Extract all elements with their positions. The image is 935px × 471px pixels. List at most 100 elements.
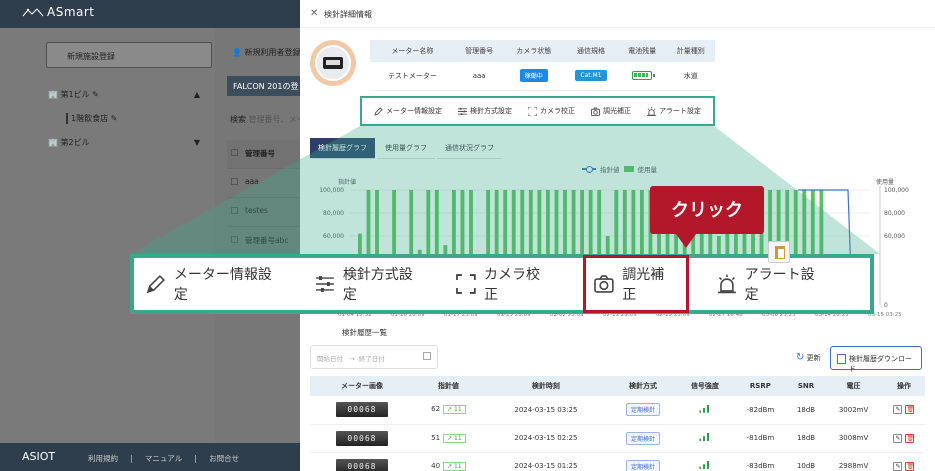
crop-corners-icon xyxy=(528,106,537,116)
camera-calibration-button[interactable]: カメラ校正 xyxy=(528,106,575,116)
reading-time: 2024-03-15 03:25 xyxy=(482,396,609,425)
reading-method-button-zoomed[interactable]: 検針方式設定 xyxy=(315,264,426,304)
tree-item-restaurant[interactable]: 1階飲食店 ✎ xyxy=(48,106,210,130)
logo-icon xyxy=(22,7,44,16)
app-logo[interactable]: ASmart xyxy=(22,5,95,19)
tab-active-device[interactable]: FALCON 201の登 xyxy=(227,76,307,96)
info-header-camera: カメラ状態 xyxy=(503,40,565,62)
alert-settings-button-zoomed[interactable]: アラート設定 xyxy=(717,264,828,304)
arrow-right-icon: → xyxy=(349,355,355,363)
light-correction-button-zoomed[interactable]: 調光補正 xyxy=(583,255,689,313)
chevron-up-icon[interactable]: ▲ xyxy=(194,90,200,99)
column-header: 管理番号 xyxy=(245,149,275,158)
delete-icon[interactable]: 🗑 xyxy=(905,433,915,443)
checkbox[interactable] xyxy=(231,236,238,243)
filter-placeholder: 管理番号、メー xyxy=(248,115,305,124)
new-user-button[interactable]: 👤 新規利用者登録 xyxy=(232,47,301,58)
rsrp: -83dBm xyxy=(732,452,788,471)
camera-status-cell: 稼働中 xyxy=(503,62,565,91)
tree-item-label: 第1ビル xyxy=(60,89,90,99)
table-row: 00068 51 ↗ 11 2024-03-15 02:25 定期検針 -81dB… xyxy=(310,424,925,453)
trend-value: 11 xyxy=(454,406,462,414)
delete-icon[interactable]: 🗑 xyxy=(905,405,915,415)
date-to-placeholder: 終了日付 xyxy=(358,355,385,363)
footer-link-manual[interactable]: マニュアル xyxy=(145,454,182,463)
tree-item-label: 1階飲食店 xyxy=(66,112,108,124)
column-header: 検針時刻 xyxy=(482,376,609,396)
checkbox[interactable] xyxy=(231,149,238,156)
clipboard-icon xyxy=(768,241,790,263)
meter-image-cell: 00068 xyxy=(310,396,414,425)
meter-image xyxy=(315,45,351,81)
meter-name: テストメーター xyxy=(370,62,455,91)
ops-cell: ✎ 🗑 xyxy=(882,396,925,425)
snr: 18dB xyxy=(787,424,825,453)
table-row: 00068 62 ↗ 11 2024-03-15 03:25 定期検針 -82dB… xyxy=(310,396,925,425)
light-correction-button[interactable]: 調光補正 xyxy=(591,106,631,116)
checkbox[interactable] xyxy=(231,178,238,185)
checkbox[interactable] xyxy=(231,207,238,214)
table-row[interactable]: 管理番号abc xyxy=(227,227,307,256)
date-range-picker[interactable]: 開始日付 → 終了日付 xyxy=(310,345,438,369)
date-from-placeholder: 開始日付 xyxy=(317,355,343,363)
table-row[interactable]: aaa xyxy=(227,169,307,198)
action-label: カメラ校正 xyxy=(540,107,575,115)
edit-icon[interactable]: ✎ xyxy=(893,405,903,415)
camera-calibration-button-zoomed[interactable]: カメラ校正 xyxy=(456,264,553,304)
reading-method-button[interactable]: 検針方式設定 xyxy=(458,106,512,116)
download-history-button[interactable]: 検針履歴ダウンロード xyxy=(830,346,922,373)
right-tick-label: 100,000 xyxy=(884,187,909,194)
trend-value: 11 xyxy=(454,462,462,470)
legend-line-swatch xyxy=(582,166,596,173)
refresh-icon: ↻ xyxy=(796,352,805,363)
drawer-header: ✕ 検針詳細情報 xyxy=(300,0,935,28)
new-facility-button[interactable]: 新規施設登録 xyxy=(46,42,212,68)
meter-detail-drawer: ✕ 検針詳細情報 メーター名称 管理番号 カメラ状態 通信規格 電池残量 計量種… xyxy=(300,0,935,471)
column-header: 操作 xyxy=(882,376,925,396)
search-filter[interactable]: 検索 管理番号、メー xyxy=(230,114,305,125)
meter-id: aaa xyxy=(454,62,504,91)
tab-usage-graph[interactable]: 使用量グラフ xyxy=(377,138,435,159)
meter-settings-button[interactable]: メーター情報設定 xyxy=(374,106,442,116)
history-list-title: 検針履歴一覧 xyxy=(342,328,387,337)
edit-icon[interactable]: ✎ xyxy=(893,433,903,443)
refresh-button[interactable]: ↻ 更新 xyxy=(796,352,821,363)
edit-icon[interactable]: ✎ xyxy=(893,461,903,471)
meter-image[interactable]: 00068 xyxy=(335,458,388,471)
refresh-label: 更新 xyxy=(806,354,821,362)
chevron-down-icon[interactable]: ▼ xyxy=(194,138,200,147)
footer-link-contact[interactable]: お問合せ xyxy=(209,454,239,463)
tab-comm-status-graph[interactable]: 通信状況グラフ xyxy=(437,138,502,159)
legend-label-reading: 指針値 xyxy=(600,166,620,174)
tab-reading-history-graph[interactable]: 検針履歴グラフ xyxy=(310,138,375,159)
tree-item-building-2[interactable]: 🏢 第2ビル ▼ xyxy=(48,130,210,154)
ops-cell: ✎ 🗑 xyxy=(882,424,925,453)
method-badge: 定期検針 xyxy=(625,431,660,445)
reading-value: 40 xyxy=(431,461,441,470)
method-cell: 定期検針 xyxy=(608,424,677,453)
alert-settings-button[interactable]: アラート設定 xyxy=(647,106,701,116)
meter-image[interactable]: 00068 xyxy=(335,402,388,418)
action-label: メーター情報設定 xyxy=(173,266,272,302)
tree-item-building-1[interactable]: 🏢 第1ビル ✎ ▲ xyxy=(48,82,210,106)
drawer-title: 検針詳細情報 xyxy=(324,10,372,19)
delete-icon[interactable]: 🗑 xyxy=(905,461,915,471)
camera-icon xyxy=(594,275,615,293)
cell: 管理番号abc xyxy=(245,236,289,245)
info-header-battery: 電池残量 xyxy=(617,40,667,62)
meter-settings-button-zoomed[interactable]: メーター情報設定 xyxy=(146,264,285,304)
meter-image[interactable]: 00068 xyxy=(335,430,388,446)
signal-icon xyxy=(699,461,711,469)
cell: aaa xyxy=(245,177,259,186)
battery-icon xyxy=(632,71,656,81)
action-toolbar-zoomed: メーター情報設定 検針方式設定 カメラ校正 調光補正 アラート設定 xyxy=(130,254,874,314)
user-add-icon: 👤 xyxy=(232,48,242,57)
table-row[interactable]: testes xyxy=(227,198,307,227)
footer-link-terms[interactable]: 利用規約 xyxy=(88,454,118,463)
close-icon[interactable]: ✕ xyxy=(310,8,318,19)
signal-cell xyxy=(676,424,733,453)
reading-value: 62 xyxy=(431,405,441,414)
camera-status-badge: 稼働中 xyxy=(519,69,548,83)
signal-cell xyxy=(676,396,733,425)
action-label: 調光補正 xyxy=(622,266,665,302)
